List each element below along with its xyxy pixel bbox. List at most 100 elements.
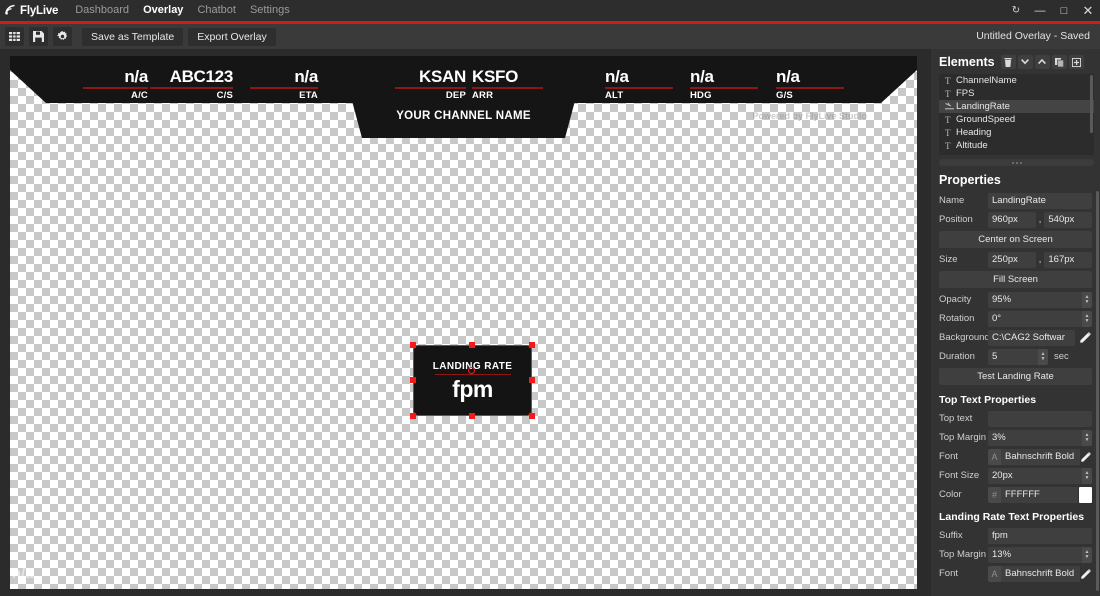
overlay-canvas[interactable]: n/a A/C ABC123 C/S n/a ETA KSAN DEP KSFO…: [10, 56, 917, 589]
resize-handle-sw[interactable]: [410, 413, 416, 419]
edit-pencil-icon[interactable]: [1080, 449, 1092, 465]
duration-stepper[interactable]: ▲ ▼: [1038, 348, 1048, 365]
title-bar: FlyLive Dashboard Overlay Chatbot Settin…: [0, 0, 1100, 21]
size-height-input[interactable]: 167px: [1044, 251, 1092, 268]
refresh-icon[interactable]: ↻: [1004, 0, 1028, 21]
overlay-channel-name[interactable]: YOUR CHANNEL NAME: [340, 110, 587, 122]
overlay-field-dep[interactable]: KSAN DEP: [395, 68, 466, 103]
size-label: Size: [939, 254, 958, 265]
top-text-input[interactable]: [988, 410, 1092, 427]
row-position: Position 960px , 540px: [931, 210, 1100, 229]
edit-pencil-icon[interactable]: [1080, 566, 1092, 582]
center-on-screen-button[interactable]: Center on Screen: [939, 231, 1092, 248]
panel-resize-grabber[interactable]: [939, 159, 1094, 166]
duration-unit: sec: [1054, 351, 1069, 362]
gear-icon[interactable]: [53, 27, 72, 46]
overlay-field-alt[interactable]: n/a ALT: [605, 68, 673, 103]
nav-item-overlay[interactable]: Overlay: [136, 0, 190, 21]
element-row-altitude[interactable]: T Altitude: [939, 139, 1094, 152]
landing-rate-value: fpm: [452, 376, 493, 403]
chevron-down-icon: ▼: [1084, 298, 1090, 305]
duplicate-element-button[interactable]: [1051, 55, 1067, 69]
name-input[interactable]: LandingRate: [988, 192, 1092, 209]
minimize-icon[interactable]: —: [1028, 0, 1052, 21]
elements-list-scrollbar[interactable]: [1090, 75, 1093, 133]
opacity-stepper[interactable]: ▲ ▼: [1082, 291, 1092, 308]
element-row-heading[interactable]: T Heading: [939, 126, 1094, 139]
nav-item-chatbot[interactable]: Chatbot: [190, 0, 243, 21]
row-opacity: Opacity 95% ▲ ▼: [931, 290, 1100, 309]
top-margin-stepper[interactable]: ▲ ▼: [1082, 429, 1092, 446]
rotation-handle[interactable]: [468, 367, 475, 374]
row-name: Name LandingRate: [931, 191, 1100, 210]
lr-top-margin-label: Top Margin: [939, 549, 986, 560]
overlay-field-eta[interactable]: n/a ETA: [250, 68, 318, 103]
top-text-section-title: Top Text Properties: [939, 394, 1037, 406]
elements-list[interactable]: T ChannelName T FPS LandingRate T Ground…: [939, 74, 1094, 155]
move-down-button[interactable]: [1017, 55, 1033, 69]
rotation-input[interactable]: 0°: [988, 310, 1082, 327]
lr-top-margin-input[interactable]: 13%: [988, 546, 1082, 563]
rotation-stepper[interactable]: ▲ ▼: [1082, 310, 1092, 327]
position-y-input[interactable]: 540px: [1044, 211, 1092, 228]
suffix-label: Suffix: [939, 530, 963, 541]
panel-scrollbar[interactable]: [1096, 191, 1099, 591]
nav-item-dashboard[interactable]: Dashboard: [68, 0, 136, 21]
top-margin-label: Top Margin: [939, 432, 986, 443]
opacity-input[interactable]: 95%: [988, 291, 1082, 308]
size-separator: ,: [1038, 254, 1042, 265]
landing-rate-box[interactable]: LANDING RATE fpm: [413, 345, 532, 416]
move-up-button[interactable]: [1034, 55, 1050, 69]
lr-top-margin-stepper[interactable]: ▲ ▼: [1082, 546, 1092, 563]
font-size-stepper[interactable]: ▲ ▼: [1082, 467, 1092, 484]
save-as-template-button[interactable]: Save as Template: [82, 27, 184, 46]
top-margin-input[interactable]: 3%: [988, 429, 1082, 446]
close-icon[interactable]: ✕: [1076, 0, 1100, 21]
lr-font-input[interactable]: Bahnschrift Bold: [1001, 565, 1080, 582]
overlay-field-arr[interactable]: KSFO ARR: [472, 68, 543, 103]
row-background: Background C:\CAG2 Softwar: [931, 328, 1100, 347]
nav-item-settings[interactable]: Settings: [243, 0, 297, 21]
element-row-fps[interactable]: T FPS: [939, 87, 1094, 100]
fill-screen-button[interactable]: Fill Screen: [939, 271, 1092, 288]
overlay-field-hdg[interactable]: n/a HDG: [690, 68, 758, 103]
element-row-channelname[interactable]: T ChannelName: [939, 74, 1094, 87]
color-input[interactable]: FFFFFF: [1001, 486, 1078, 503]
font-input[interactable]: Bahnschrift Bold: [1001, 448, 1080, 465]
resize-handle-ne[interactable]: [529, 342, 535, 348]
resize-handle-se[interactable]: [529, 413, 535, 419]
resize-handle-nw[interactable]: [410, 342, 416, 348]
elements-title: Elements: [939, 55, 995, 69]
element-row-landingrate[interactable]: LandingRate: [939, 100, 1094, 113]
resize-handle-e[interactable]: [529, 377, 535, 383]
element-row-groundspeed[interactable]: T GroundSpeed: [939, 113, 1094, 126]
overlay-field-ac[interactable]: n/a A/C: [83, 68, 148, 103]
save-icon[interactable]: [29, 27, 48, 46]
row-font: Font A Bahnschrift Bold: [931, 447, 1100, 466]
background-input[interactable]: C:\CAG2 Softwar: [988, 329, 1075, 346]
overlay-field-gs[interactable]: n/a G/S: [776, 68, 844, 103]
grabber-dot: [1019, 161, 1022, 164]
edit-pencil-icon[interactable]: [1078, 330, 1092, 346]
test-landing-rate-button[interactable]: Test Landing Rate: [939, 368, 1092, 385]
position-x-input[interactable]: 960px: [988, 211, 1036, 228]
position-separator: ,: [1038, 214, 1042, 225]
size-width-input[interactable]: 250px: [988, 251, 1036, 268]
export-overlay-button[interactable]: Export Overlay: [188, 27, 276, 46]
resize-handle-s[interactable]: [469, 413, 475, 419]
canvas-area: n/a A/C ABC123 C/S n/a ETA KSAN DEP KSFO…: [0, 49, 931, 596]
save-status: Untitled Overlay - Saved: [976, 30, 1090, 42]
font-size-input[interactable]: 20px: [988, 467, 1082, 484]
delete-element-button[interactable]: [1000, 55, 1016, 69]
overlay-field-cs[interactable]: ABC123 C/S: [150, 68, 233, 103]
suffix-input[interactable]: fpm: [988, 527, 1092, 544]
landing-rate-widget[interactable]: LANDING RATE fpm: [410, 342, 535, 419]
color-swatch[interactable]: [1079, 486, 1092, 503]
resize-handle-w[interactable]: [410, 377, 416, 383]
duration-input[interactable]: 5: [988, 348, 1038, 365]
resize-handle-n[interactable]: [469, 342, 475, 348]
row-size: Size 250px , 167px: [931, 250, 1100, 269]
add-element-button[interactable]: [1068, 55, 1084, 69]
list-view-icon[interactable]: [5, 27, 24, 46]
maximize-icon[interactable]: □: [1052, 0, 1076, 21]
